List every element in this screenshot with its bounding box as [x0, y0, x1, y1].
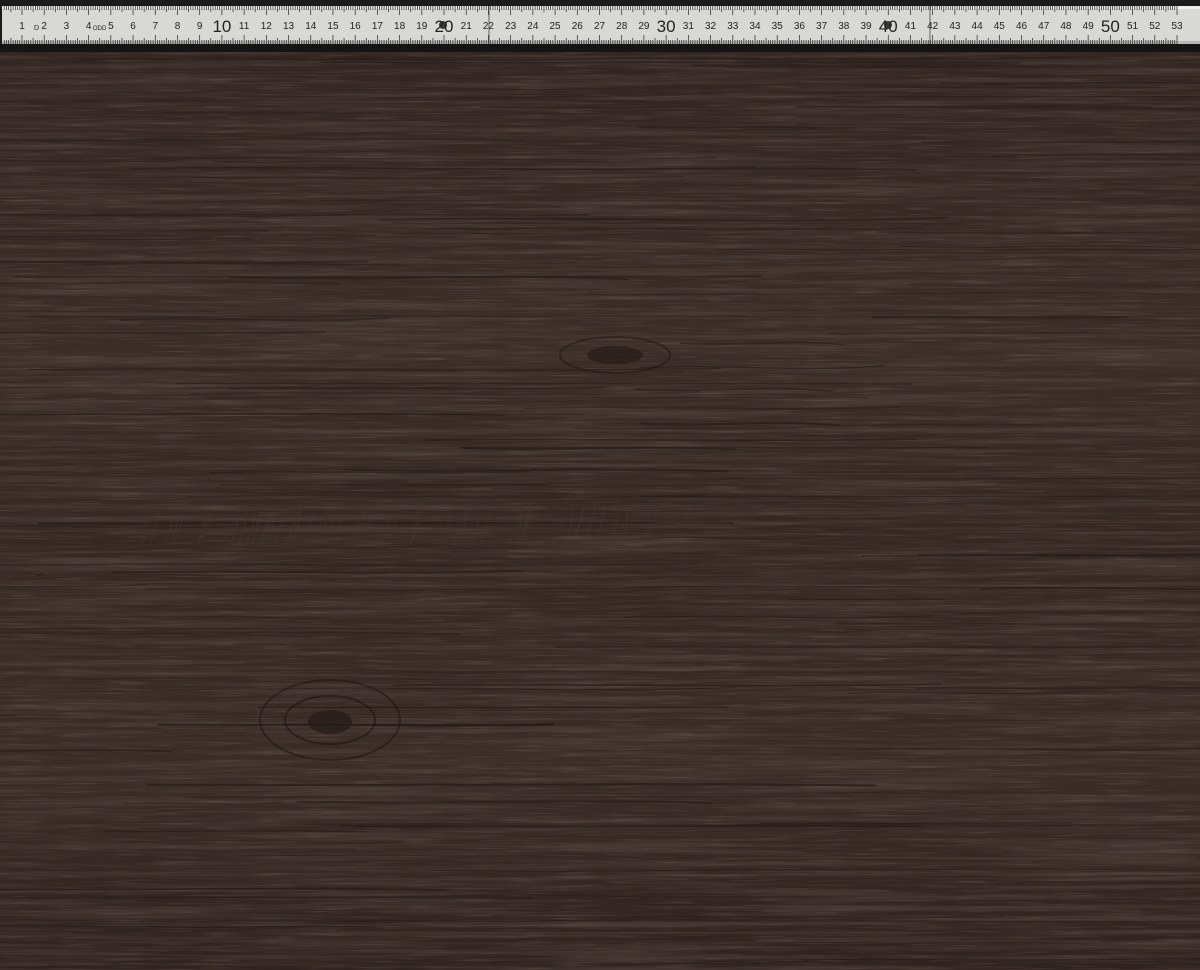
wood-grain-line: [861, 555, 1200, 557]
ruler-number: 17: [372, 21, 384, 32]
ruler-number: 8: [175, 21, 181, 32]
wood-grain-line: [209, 470, 530, 474]
ruler-number: 24: [527, 21, 539, 32]
wood-grain-line: [647, 719, 1200, 721]
ruler-number: 39: [860, 21, 872, 32]
wood-grain-line: [141, 491, 574, 494]
ruler-number: 2: [41, 21, 47, 32]
ruler-number: 20: [435, 17, 454, 36]
wood-grain-line: [695, 872, 874, 874]
ruler-number: 36: [794, 21, 806, 32]
ruler-number: 53: [1171, 21, 1183, 32]
ruler-number: 49: [1083, 21, 1095, 32]
ruler-number: 48: [1060, 21, 1072, 32]
ruler-number: 44: [972, 21, 984, 32]
wood-grain-line: [192, 796, 852, 798]
ruler-number: 45: [994, 21, 1006, 32]
ruler-number: 47: [1038, 21, 1050, 32]
wood-grain-line: [37, 521, 734, 525]
ruler-number: 28: [616, 21, 628, 32]
ruler-number: 42: [927, 21, 939, 32]
ruler-number: 11: [239, 21, 250, 32]
ruler-number: 46: [1016, 21, 1028, 32]
ruler-number: 10: [212, 17, 231, 36]
ruler-number: 5: [108, 21, 114, 32]
ruler-number: 22: [483, 21, 495, 32]
ruler-number: 16: [350, 21, 362, 32]
wood-grain-line: [999, 886, 1200, 889]
wood-grain-line: [320, 61, 1020, 64]
wood-grain-line: [943, 908, 1142, 911]
ruler-number: 50: [1101, 17, 1120, 36]
wood-grain-line: [387, 762, 923, 764]
ruler-number: 23: [505, 21, 517, 32]
wood-grain-line: [796, 105, 1152, 109]
ruler-number: 32: [705, 21, 717, 32]
wood-knot: [308, 710, 352, 734]
ruler-number: 35: [772, 21, 784, 32]
ruler-number: 25: [550, 21, 562, 32]
ruler-number: 29: [638, 21, 650, 32]
ruler-number: 31: [683, 21, 695, 32]
ruler-number: 41: [905, 21, 917, 32]
wood-grain-line: [555, 645, 1196, 649]
ruler-number: 1: [19, 21, 25, 32]
wood-grain-line: [145, 783, 876, 787]
wood-grain-line: [29, 315, 748, 318]
wood-grain-line: [854, 666, 1200, 670]
ruler-number: 14: [305, 21, 317, 32]
wood-grain-line: [917, 553, 1200, 556]
wood-grain-line: [741, 856, 1197, 860]
ruler-number: 43: [949, 21, 961, 32]
ruler-number: 26: [572, 21, 584, 32]
wood-grain-line: [339, 824, 1071, 827]
ruler-number: 27: [594, 21, 606, 32]
ruler-brand-mark: ODD: [93, 26, 107, 32]
ruler-number: 52: [1149, 21, 1161, 32]
ruler-number: 37: [816, 21, 828, 32]
ruler-number: 4: [86, 21, 92, 32]
wood-grain-line: [375, 233, 546, 238]
wood-grain-line: [834, 622, 1200, 625]
wood-knot: [587, 346, 643, 364]
wood-grain-line: [193, 179, 501, 183]
photo-stage: 1 2 3 4 5 6 7 8 9 10 11 12 13 14 15 16 17 18 19 20 21 22 23 24 2…: [0, 0, 1200, 970]
ruler-number: 33: [727, 21, 739, 32]
ruler-number: 12: [261, 21, 273, 32]
ruler-brand-mark: D: [34, 25, 39, 32]
ruler-number: 9: [197, 21, 203, 32]
ruler-number: 3: [64, 21, 70, 32]
ruler-number: 18: [394, 21, 406, 32]
wood-grain-line: [725, 66, 1200, 69]
wood-grain-line: [907, 100, 1200, 103]
wood-grain-line: [755, 939, 1100, 943]
ruler-number: 34: [749, 21, 761, 32]
ruler-number: 40: [879, 17, 898, 36]
wood-surface: [0, 0, 1200, 970]
wood-grain-line: [320, 199, 847, 202]
wood-grain-line: [272, 476, 604, 479]
wood-grain-line: [920, 140, 1200, 144]
ruler-number: 13: [283, 21, 295, 32]
ruler-number: 19: [416, 21, 428, 32]
ruler-number: 6: [130, 21, 136, 32]
ruler-number: 38: [838, 21, 850, 32]
measuring-ruler: 1 2 3 4 5 6 7 8 9 10 11 12 13 14 15 16 17 18 19 20 21 22 23 24 2…: [0, 0, 1200, 52]
ruler-number: 21: [461, 21, 473, 32]
wood-grain-line: [872, 316, 1128, 319]
wood-grain-line: [872, 423, 1044, 426]
wood-grain-line: [391, 457, 898, 459]
ruler-number: 30: [657, 17, 676, 36]
ruler-number: 51: [1127, 21, 1139, 32]
wood-grain-line: [828, 332, 1200, 335]
ruler-number: 15: [327, 21, 339, 32]
wood-grain-line: [339, 931, 913, 934]
ruler-number: 7: [152, 21, 158, 32]
